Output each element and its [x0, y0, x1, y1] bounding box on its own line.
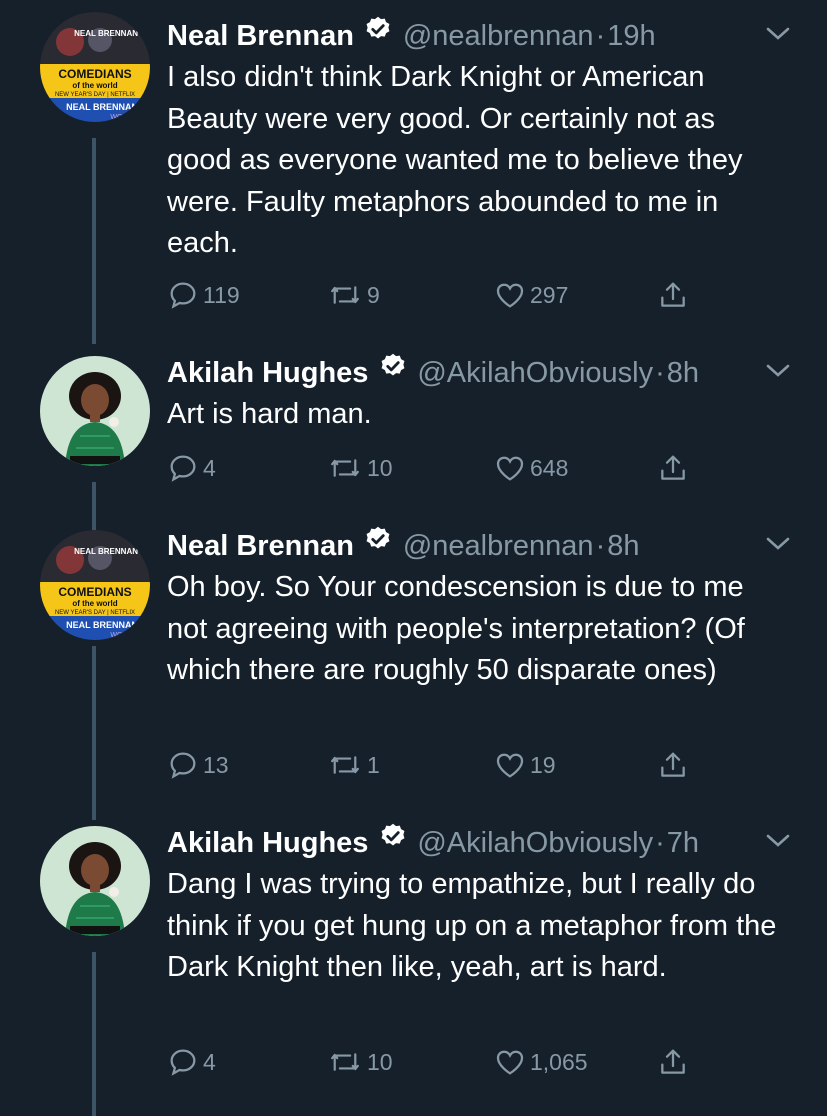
like-icon — [496, 753, 524, 778]
verified-badge-icon — [379, 822, 407, 864]
avatar[interactable] — [40, 826, 150, 936]
svg-text:of the world: of the world — [72, 599, 117, 608]
reply-button[interactable]: 4 — [167, 448, 216, 488]
retweet-icon — [331, 459, 359, 477]
thread-line — [92, 952, 96, 1116]
svg-text:of the world: of the world — [72, 81, 117, 90]
separator-dot: · — [655, 827, 665, 859]
like-icon — [496, 456, 524, 481]
separator-dot: · — [655, 357, 665, 389]
author-handle[interactable]: @AkilahObviously — [417, 357, 653, 389]
avatar[interactable]: NEAL BRENNAN COMEDIANS of the world NEW … — [40, 12, 150, 122]
tweet-text: Art is hard man. — [167, 398, 372, 430]
chevron-down-icon[interactable] — [765, 363, 791, 384]
share-button[interactable] — [657, 745, 689, 785]
verified-badge-icon — [364, 15, 392, 57]
tweet-text: Oh boy. So Your condescension is due to … — [167, 571, 745, 686]
svg-text:NEAL BRENNAN: NEAL BRENNAN — [66, 620, 138, 630]
timestamp[interactable]: 7h — [667, 827, 699, 859]
avatar[interactable] — [40, 356, 150, 466]
chevron-down-icon[interactable] — [765, 536, 791, 557]
thread-line — [92, 482, 96, 530]
chevron-down-icon[interactable] — [765, 833, 791, 854]
tweet-text: Dang I was trying to empathize, but I re… — [167, 868, 777, 983]
retweet-icon — [331, 286, 359, 304]
tweet-text: I also didn't think Dark Knight or Ameri… — [167, 61, 743, 259]
author-name[interactable]: Akilah Hughes — [167, 827, 368, 859]
reply-button[interactable]: 13 — [167, 745, 229, 785]
separator-dot: · — [595, 20, 606, 52]
retweet-button[interactable]: 10 — [327, 448, 393, 488]
reply-icon — [170, 1049, 196, 1076]
thread-line — [92, 646, 96, 820]
share-button[interactable] — [657, 448, 689, 488]
verified-badge-icon — [364, 525, 392, 567]
svg-text:WOMEN: WOMEN — [110, 114, 138, 121]
tweet-actions: 4 10 1,065 — [167, 1042, 727, 1082]
tweet-actions: 4 10 648 — [167, 448, 727, 488]
author-name[interactable]: Akilah Hughes — [167, 357, 368, 389]
author-handle[interactable]: @AkilahObviously — [417, 827, 653, 859]
svg-text:NEAL BRENNAN: NEAL BRENNAN — [74, 547, 138, 556]
svg-text:COMEDIANS: COMEDIANS — [58, 585, 131, 599]
retweet-button[interactable]: 1 — [327, 745, 380, 785]
timestamp[interactable]: 19h — [607, 20, 655, 52]
avatar[interactable]: NEAL BRENNAN COMEDIANS of the world NEW … — [40, 530, 150, 640]
share-icon — [661, 455, 685, 480]
share-icon — [661, 282, 685, 307]
svg-text:WOMEN: WOMEN — [110, 632, 138, 639]
thread-line — [92, 138, 96, 344]
timestamp[interactable]: 8h — [667, 357, 699, 389]
share-button[interactable] — [657, 275, 689, 315]
share-icon — [661, 1049, 685, 1074]
reply-button[interactable]: 119 — [167, 275, 240, 315]
timestamp[interactable]: 8h — [607, 530, 639, 562]
svg-text:COMEDIANS: COMEDIANS — [58, 67, 131, 81]
reply-button[interactable]: 4 — [167, 1042, 216, 1082]
like-button[interactable]: 19 — [494, 745, 556, 785]
retweet-button[interactable]: 9 — [327, 275, 380, 315]
author-name[interactable]: Neal Brennan — [167, 530, 354, 562]
author-name[interactable]: Neal Brennan — [167, 20, 354, 52]
author-handle[interactable]: @nealbrennan — [403, 530, 594, 562]
like-button[interactable]: 1,065 — [494, 1042, 588, 1082]
tweet-actions: 13 1 19 — [167, 745, 727, 785]
share-button[interactable] — [657, 1042, 689, 1082]
like-icon — [496, 283, 524, 308]
retweet-icon — [331, 756, 359, 774]
reply-icon — [170, 282, 196, 309]
like-button[interactable]: 648 — [494, 448, 568, 488]
separator-dot: · — [595, 530, 606, 562]
verified-badge-icon — [379, 352, 407, 394]
reply-icon — [170, 752, 196, 779]
retweet-icon — [331, 1053, 359, 1071]
svg-text:NEAL BRENNAN: NEAL BRENNAN — [66, 102, 138, 112]
svg-text:NEW YEAR'S DAY | NETFLIX: NEW YEAR'S DAY | NETFLIX — [55, 610, 135, 616]
like-button[interactable]: 297 — [494, 275, 568, 315]
share-icon — [661, 752, 685, 777]
svg-text:NEW YEAR'S DAY | NETFLIX: NEW YEAR'S DAY | NETFLIX — [55, 92, 135, 98]
reply-icon — [170, 455, 196, 482]
author-handle[interactable]: @nealbrennan — [403, 20, 594, 52]
like-icon — [496, 1050, 524, 1075]
tweet-actions: 119 9 297 — [167, 275, 727, 315]
retweet-button[interactable]: 10 — [327, 1042, 393, 1082]
svg-text:NEAL BRENNAN: NEAL BRENNAN — [74, 29, 138, 38]
chevron-down-icon[interactable] — [765, 26, 791, 47]
